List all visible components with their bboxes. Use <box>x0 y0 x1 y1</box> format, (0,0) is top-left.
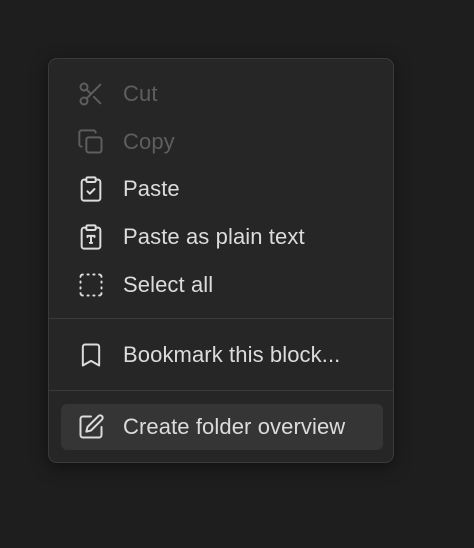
menu-item-label: Create folder overview <box>123 414 346 439</box>
menu-item-copy[interactable]: Copy <box>61 119 383 165</box>
dashed-square-icon <box>77 271 105 299</box>
menu-item-label: Cut <box>123 81 158 106</box>
clipboard-check-icon <box>77 175 105 203</box>
scissors-icon <box>77 80 105 108</box>
context-menu: Cut Copy Paste Paste as plain text Selec… <box>48 58 394 463</box>
menu-item-paste-plain[interactable]: Paste as plain text <box>61 214 383 260</box>
bookmark-icon <box>77 341 105 369</box>
menu-item-label: Copy <box>123 129 175 154</box>
menu-item-label: Paste <box>123 176 180 201</box>
menu-item-select-all[interactable]: Select all <box>61 262 383 308</box>
menu-item-label: Paste as plain text <box>123 224 305 249</box>
menu-item-paste[interactable]: Paste <box>61 166 383 212</box>
menu-separator <box>49 318 393 319</box>
menu-item-cut[interactable]: Cut <box>61 71 383 117</box>
menu-item-label: Select all <box>123 272 214 297</box>
menu-item-bookmark[interactable]: Bookmark this block... <box>61 332 383 378</box>
menu-item-label: Bookmark this block... <box>123 342 341 367</box>
pen-square-icon <box>77 413 105 441</box>
copy-icon <box>77 128 105 156</box>
menu-item-create-folder-overview[interactable]: Create folder overview <box>61 404 383 450</box>
menu-separator <box>49 390 393 391</box>
clipboard-type-icon <box>77 223 105 251</box>
